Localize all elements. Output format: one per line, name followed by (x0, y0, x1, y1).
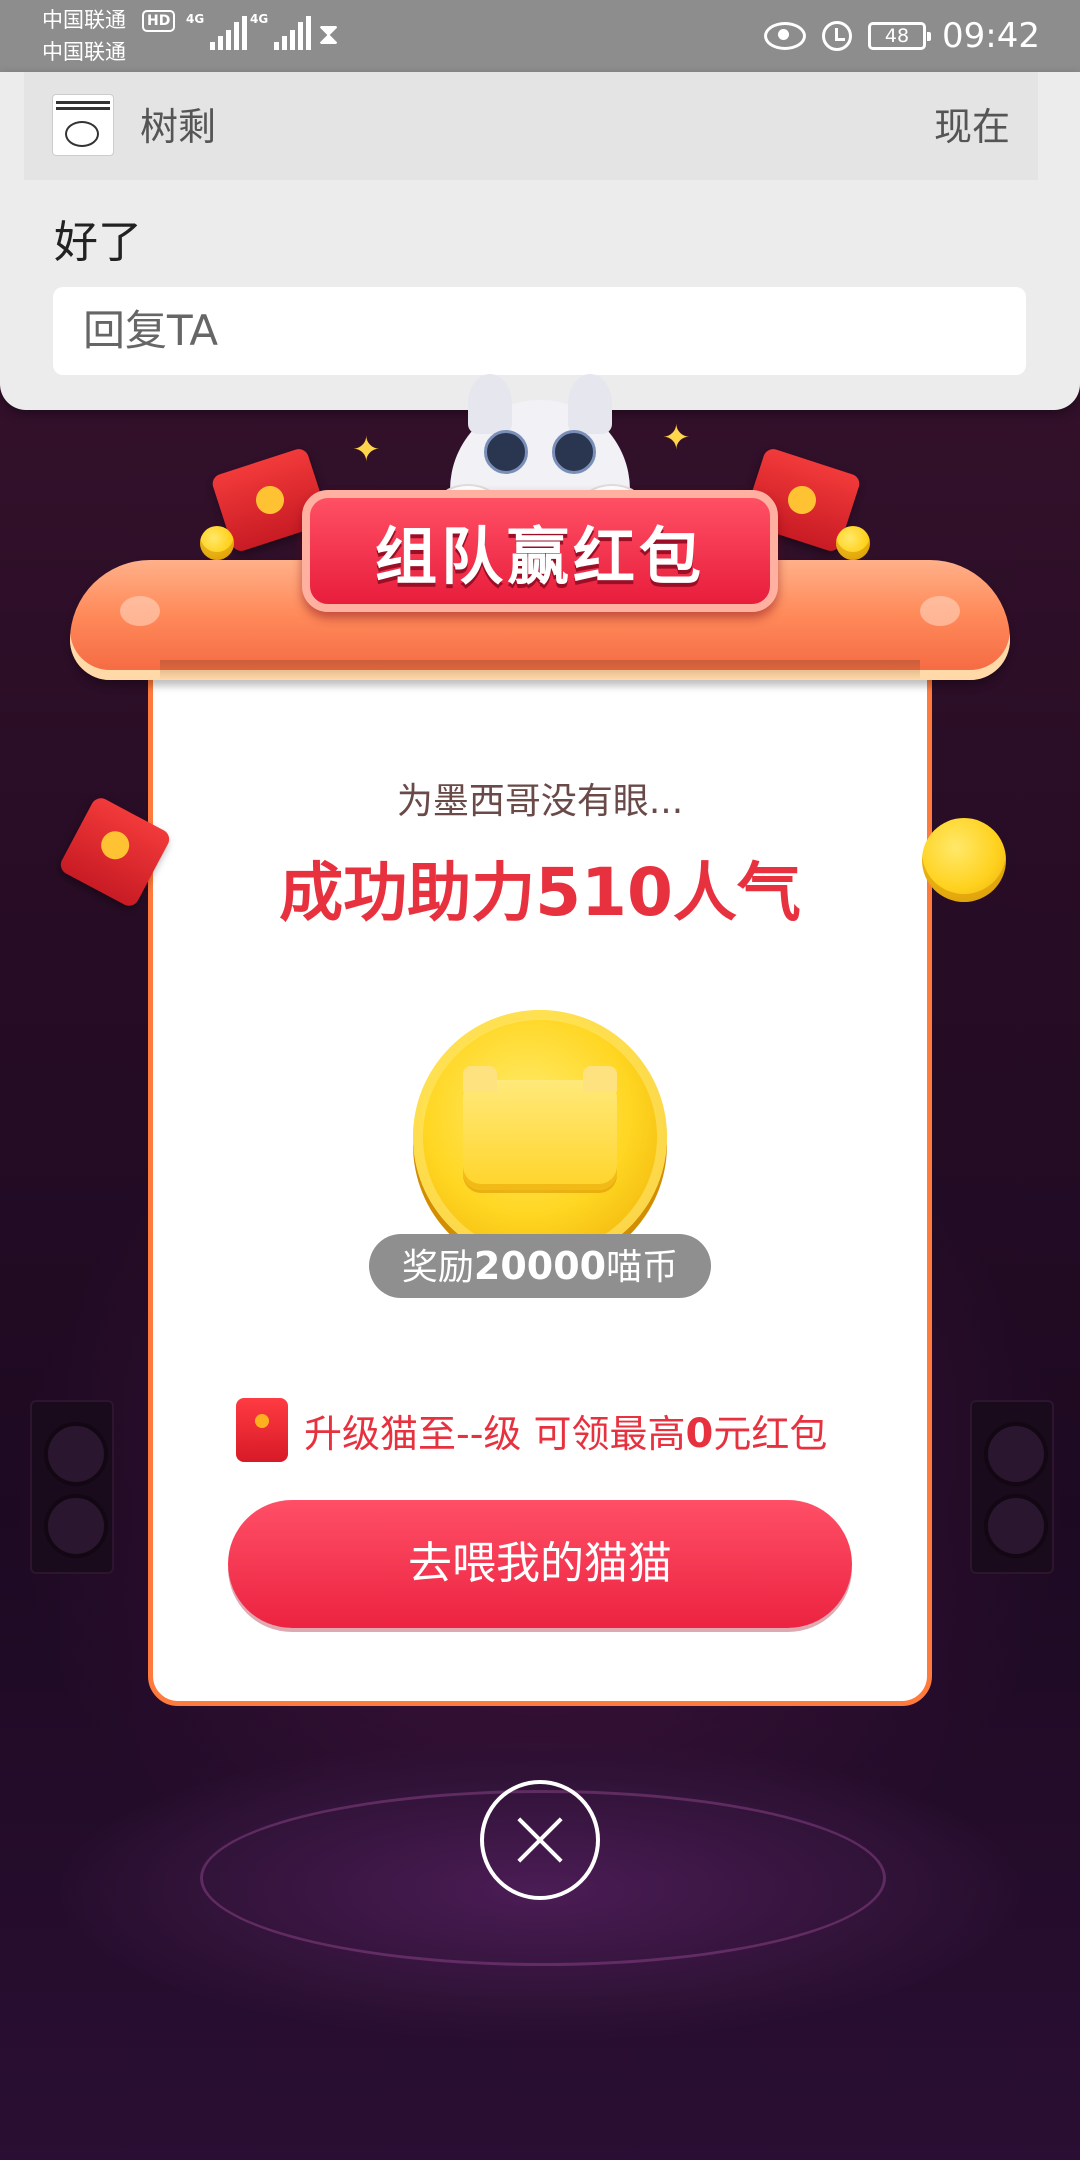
carrier-label-1: 中国联通 (42, 8, 126, 32)
helper-name: 为墨西哥没有眼... (396, 781, 684, 822)
awning-shadow (160, 660, 920, 680)
app-name: 树剩 (140, 105, 217, 149)
eye-icon (764, 22, 807, 50)
coin-icon (200, 526, 234, 560)
reward-badge: 奖励20000喵币 (369, 1234, 711, 1298)
status-bar: 中国联通 中国联通 HD 4G 4G ⧗ 48 09:42 (0, 0, 1080, 72)
sparkle-icon: ✦ (662, 418, 691, 458)
signal-icon-1: 4G (186, 12, 247, 50)
reward-amount: 20000 (473, 1244, 607, 1288)
reward-suffix: 喵币 (606, 1247, 679, 1288)
avatar (52, 94, 114, 156)
upgrade-suffix: 元红包 (713, 1411, 828, 1456)
upgrade-hint: 升级猫至--级 可领最高0元红包 (236, 1398, 827, 1462)
helper-result: 成功助力510人气 (0, 842, 1080, 934)
upgrade-amount: 0 (685, 1410, 714, 1457)
hourglass-icon: ⧗ (318, 17, 340, 52)
speaker-left (30, 1400, 114, 1574)
banner-title: 组队赢红包 (374, 520, 705, 593)
reward-prefix: 奖励 (401, 1247, 474, 1288)
notification-time: 现在 (933, 105, 1010, 149)
red-envelope-icon (236, 1398, 288, 1462)
carrier-label-2: 中国联通 (42, 40, 126, 64)
notification-card[interactable]: 树剩 现在 好了 回复TA (0, 72, 1080, 410)
notification-header: 树剩 现在 (24, 72, 1038, 180)
sparkle-icon: ✦ (352, 430, 381, 470)
banner: 组队赢红包 (302, 490, 778, 612)
feed-cat-button[interactable]: 去喂我的猫猫 (228, 1500, 852, 1628)
notification-message: 好了 (54, 217, 142, 268)
coin-icon (836, 526, 870, 560)
reply-input[interactable]: 回复TA (53, 287, 1026, 375)
hd-badge: HD (142, 10, 176, 32)
network-label-1: 4G (186, 12, 205, 26)
close-icon[interactable] (480, 1780, 600, 1900)
signal-icon-2: 4G (250, 12, 311, 50)
alarm-icon (822, 21, 853, 51)
speaker-right (970, 1400, 1054, 1574)
upgrade-text: 升级猫至--级 可领最高0元红包 (304, 1403, 827, 1458)
helper-prefix: 成功助力 (279, 857, 536, 931)
helper-count: 510 (535, 854, 673, 931)
battery-icon: 48 (868, 22, 932, 50)
network-label-2: 4G (250, 12, 269, 26)
tmall-icon (463, 1066, 617, 1190)
helper-suffix: 人气 (672, 857, 801, 931)
clock: 09:42 (942, 16, 1040, 56)
reward-coin-icon (413, 1010, 667, 1264)
upgrade-prefix: 升级猫至--级 可领最高 (304, 1411, 686, 1456)
